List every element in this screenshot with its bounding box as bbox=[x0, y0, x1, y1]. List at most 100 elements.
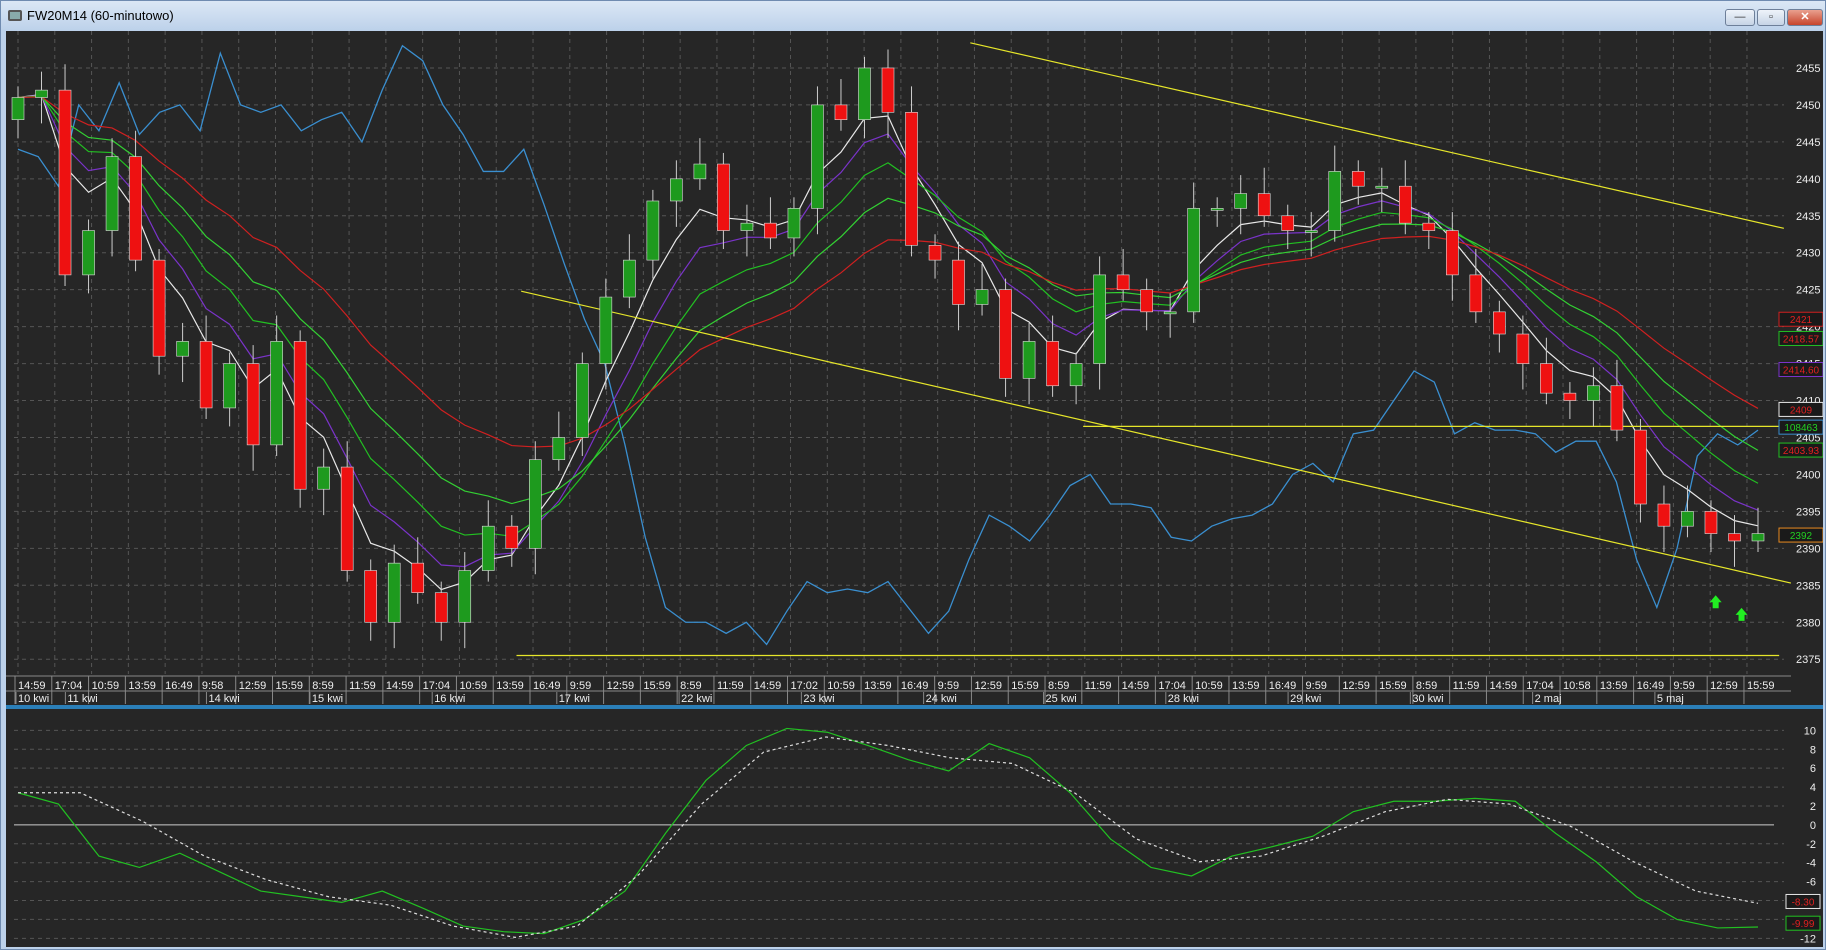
candle-down bbox=[129, 156, 142, 261]
time-tick-label: 11:59 bbox=[717, 680, 744, 692]
window-title: FW20M14 (60-minutowo) bbox=[27, 8, 174, 23]
candle-down bbox=[1281, 215, 1295, 231]
time-tick-label: 11:59 bbox=[1453, 680, 1480, 692]
date-label: 5 maj bbox=[1657, 693, 1684, 705]
candle-down bbox=[199, 341, 213, 409]
osc-tick-label: 4 bbox=[1810, 782, 1816, 794]
candle-up bbox=[552, 437, 566, 460]
chart-svg[interactable]: 2375238023852390239524002405241024152420… bbox=[6, 31, 1823, 947]
price-tick-label: 2395 bbox=[1796, 506, 1820, 518]
panel-separator bbox=[6, 705, 1823, 709]
close-button[interactable]: ✕ bbox=[1787, 9, 1823, 26]
chart-window: FW20M14 (60-minutowo) — ▫ ✕ 2375 2380 2385… bbox=[0, 0, 1826, 950]
value-label: 2392 bbox=[1790, 531, 1813, 542]
candle-down bbox=[999, 289, 1012, 379]
candle-up bbox=[223, 363, 236, 409]
date-label: 29 kwi bbox=[1290, 693, 1321, 705]
value-label: 2414.60 bbox=[1783, 365, 1820, 376]
price-tick-label: 2430 bbox=[1796, 248, 1820, 260]
value-label: 2418.57 bbox=[1783, 334, 1820, 345]
candle-up bbox=[1093, 274, 1106, 364]
time-tick-label: 13:59 bbox=[1600, 680, 1628, 692]
oscillator-line bbox=[17, 727, 1759, 935]
osc-tick-label: 0 bbox=[1810, 820, 1816, 832]
candle-down bbox=[1516, 333, 1530, 364]
candle-down bbox=[505, 525, 519, 549]
candle-down bbox=[834, 104, 848, 120]
price-tick-label: 2390 bbox=[1796, 543, 1820, 555]
candle-down bbox=[246, 363, 260, 446]
time-tick-label: 13:59 bbox=[864, 680, 892, 692]
candle-down bbox=[1046, 341, 1059, 387]
time-tick-label: 13:59 bbox=[1232, 680, 1260, 692]
osc-tick-label: -2 bbox=[1806, 839, 1816, 851]
time-tick-label: 9:59 bbox=[570, 680, 591, 692]
candle-up bbox=[1234, 193, 1248, 209]
time-tick-label: 12:59 bbox=[1342, 680, 1370, 692]
candle-up bbox=[576, 363, 589, 438]
candle-up bbox=[1328, 171, 1342, 231]
time-tick-label: 14:59 bbox=[754, 680, 782, 692]
candle-up bbox=[176, 341, 189, 357]
candle-up bbox=[317, 466, 330, 490]
candle-down bbox=[1469, 274, 1483, 313]
candle-up bbox=[387, 562, 401, 623]
candle-down bbox=[1728, 533, 1741, 542]
candle-up bbox=[82, 230, 95, 276]
time-tick-label: 9:58 bbox=[202, 680, 223, 692]
time-tick-label: 10:58 bbox=[1563, 680, 1591, 692]
time-tick-label: 12:59 bbox=[974, 680, 1002, 692]
date-label: 15 kwi bbox=[312, 693, 343, 705]
candle-down bbox=[340, 466, 354, 571]
candle-up bbox=[105, 156, 119, 231]
date-label: 23 kwi bbox=[803, 693, 834, 705]
candle-up bbox=[270, 341, 283, 446]
time-tick-label: 11:59 bbox=[349, 680, 376, 692]
candle-down bbox=[1116, 274, 1130, 290]
time-tick-label: 9:59 bbox=[1673, 680, 1694, 692]
chart-area[interactable]: 2375238023852390239524002405241024152420… bbox=[6, 31, 1823, 947]
candle-down bbox=[152, 259, 166, 357]
time-tick-label: 8:59 bbox=[312, 680, 333, 692]
candle-up bbox=[1163, 311, 1177, 315]
date-label: 17 kwi bbox=[559, 693, 590, 705]
osc-tick-label: 6 bbox=[1810, 763, 1816, 775]
candle-up bbox=[858, 67, 871, 120]
date-label: 10 kwi bbox=[18, 693, 49, 705]
osc-tick-label: -4 bbox=[1806, 858, 1816, 870]
time-tick-label: 16:49 bbox=[533, 680, 561, 692]
osc-tick-label: -6 bbox=[1806, 877, 1816, 889]
date-label: 14 kwi bbox=[208, 693, 239, 705]
price-tick-label: 2400 bbox=[1796, 469, 1820, 481]
maximize-button[interactable]: ▫ bbox=[1757, 9, 1785, 26]
time-tick-label: 16:49 bbox=[901, 680, 929, 692]
candle-down bbox=[1493, 311, 1506, 335]
time-tick-label: 13:59 bbox=[128, 680, 156, 692]
date-label: 11 kwi bbox=[67, 693, 97, 705]
time-tick-label: 12:59 bbox=[1710, 680, 1738, 692]
candle-down bbox=[1257, 193, 1271, 217]
time-tick-label: 15:59 bbox=[276, 680, 304, 692]
candle-down bbox=[881, 67, 895, 113]
candle-up bbox=[1375, 185, 1389, 189]
candle-down bbox=[717, 163, 730, 231]
osc-tick-label: -12 bbox=[1800, 933, 1816, 945]
candle-down bbox=[411, 562, 425, 594]
minimize-button[interactable]: — bbox=[1725, 9, 1755, 26]
candle-down bbox=[1422, 222, 1436, 231]
candle-down bbox=[1398, 185, 1412, 224]
candle-up bbox=[528, 459, 542, 549]
candle-up bbox=[481, 525, 495, 571]
osc-value-label: -9.99 bbox=[1792, 919, 1815, 930]
price-tick-label: 2445 bbox=[1796, 137, 1820, 149]
time-tick-label: 16:49 bbox=[1637, 680, 1665, 692]
candle-up bbox=[623, 259, 636, 298]
candle-down bbox=[1140, 289, 1153, 313]
date-label: 28 kwi bbox=[1168, 693, 1199, 705]
signal-line bbox=[18, 736, 1759, 938]
candle-up bbox=[1069, 363, 1083, 387]
time-tick-label: 12:59 bbox=[239, 680, 267, 692]
candle-up bbox=[670, 178, 683, 202]
time-tick-label: 10:59 bbox=[459, 680, 487, 692]
date-label: 24 kwi bbox=[926, 693, 957, 705]
